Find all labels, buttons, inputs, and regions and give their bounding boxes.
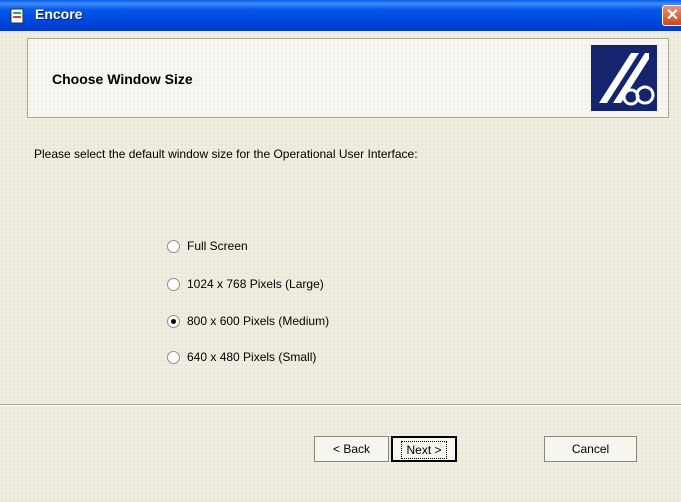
- radio-selected-dot: [171, 319, 176, 324]
- radio-label: 640 x 480 Pixels (Small): [187, 350, 317, 364]
- radio-button[interactable]: [167, 240, 180, 253]
- next-button-label: Next >: [401, 441, 447, 459]
- instruction-text: Please select the default window size fo…: [34, 147, 418, 161]
- radio-label: 800 x 600 Pixels (Medium): [187, 314, 330, 328]
- wizard-header: Choose Window Size: [27, 38, 669, 118]
- title-bar[interactable]: Encore ✕: [0, 0, 681, 31]
- next-button[interactable]: Next >: [391, 436, 457, 462]
- window-title: Encore: [35, 6, 83, 22]
- cancel-button[interactable]: Cancel: [544, 436, 637, 462]
- logo-icon: [591, 45, 657, 111]
- radio-button[interactable]: [167, 351, 180, 364]
- page-title: Choose Window Size: [52, 71, 193, 87]
- radio-button-selected[interactable]: [167, 315, 180, 328]
- close-button[interactable]: ✕: [662, 5, 681, 26]
- separator: [0, 404, 681, 406]
- back-button[interactable]: < Back: [314, 436, 389, 462]
- app-icon: [10, 8, 24, 24]
- radio-label: Full Screen: [187, 239, 248, 253]
- radio-label: 1024 x 768 Pixels (Large): [187, 277, 324, 291]
- radio-button[interactable]: [167, 278, 180, 291]
